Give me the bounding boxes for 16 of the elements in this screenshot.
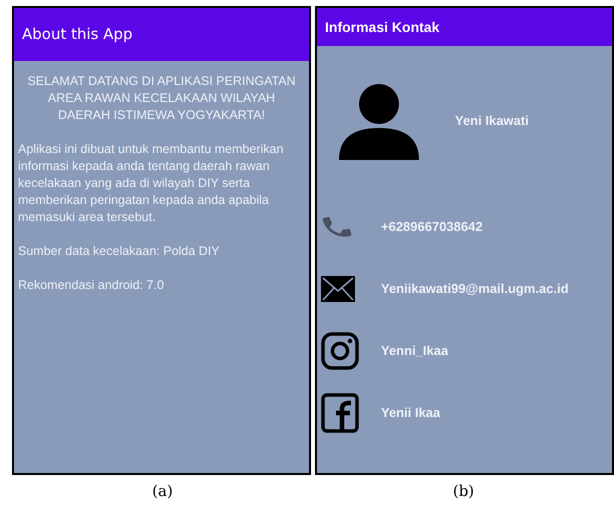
figure-caption: (a): [152, 481, 173, 502]
info-paragraph: Aplikasi ini dibuat untuk membantu memberikan informasi kepada anda tentang daerah rawan kecelakaan yang ada di wilayah DIY serta memberikan peringatan kepada anda apabila memasuki area tersebut.: [18, 141, 284, 226]
facebook-text: Yenii Ikaa: [381, 404, 440, 422]
contact-name: Yeni Ikawati: [455, 112, 529, 130]
figure-caption: (b): [452, 481, 474, 502]
instagram-icon: [321, 332, 359, 370]
info-paragraph: Rekomendasi android: 7.0: [18, 277, 165, 294]
app-bar-title: About this App: [22, 24, 133, 46]
info-paragraph: Sumber data kecelakaan: Polda DIY: [18, 243, 221, 260]
instagram-text: Yenni_Ikaa: [381, 342, 448, 360]
mail-icon: [321, 276, 355, 302]
app-bar-title: Informasi Kontak: [325, 18, 440, 36]
welcome-heading: SELAMAT DATANG DI APLIKASI PERINGATAN AREA RAWAN KECELAKAAN WILAYAH DAERAH ISTIMEWA YOGYAKARTA!: [26, 73, 297, 124]
phone-text: +6289667038642: [381, 218, 483, 236]
email-text: Yeniikawati99@mail.ugm.ac.id: [381, 280, 569, 298]
facebook-icon: [321, 393, 359, 433]
